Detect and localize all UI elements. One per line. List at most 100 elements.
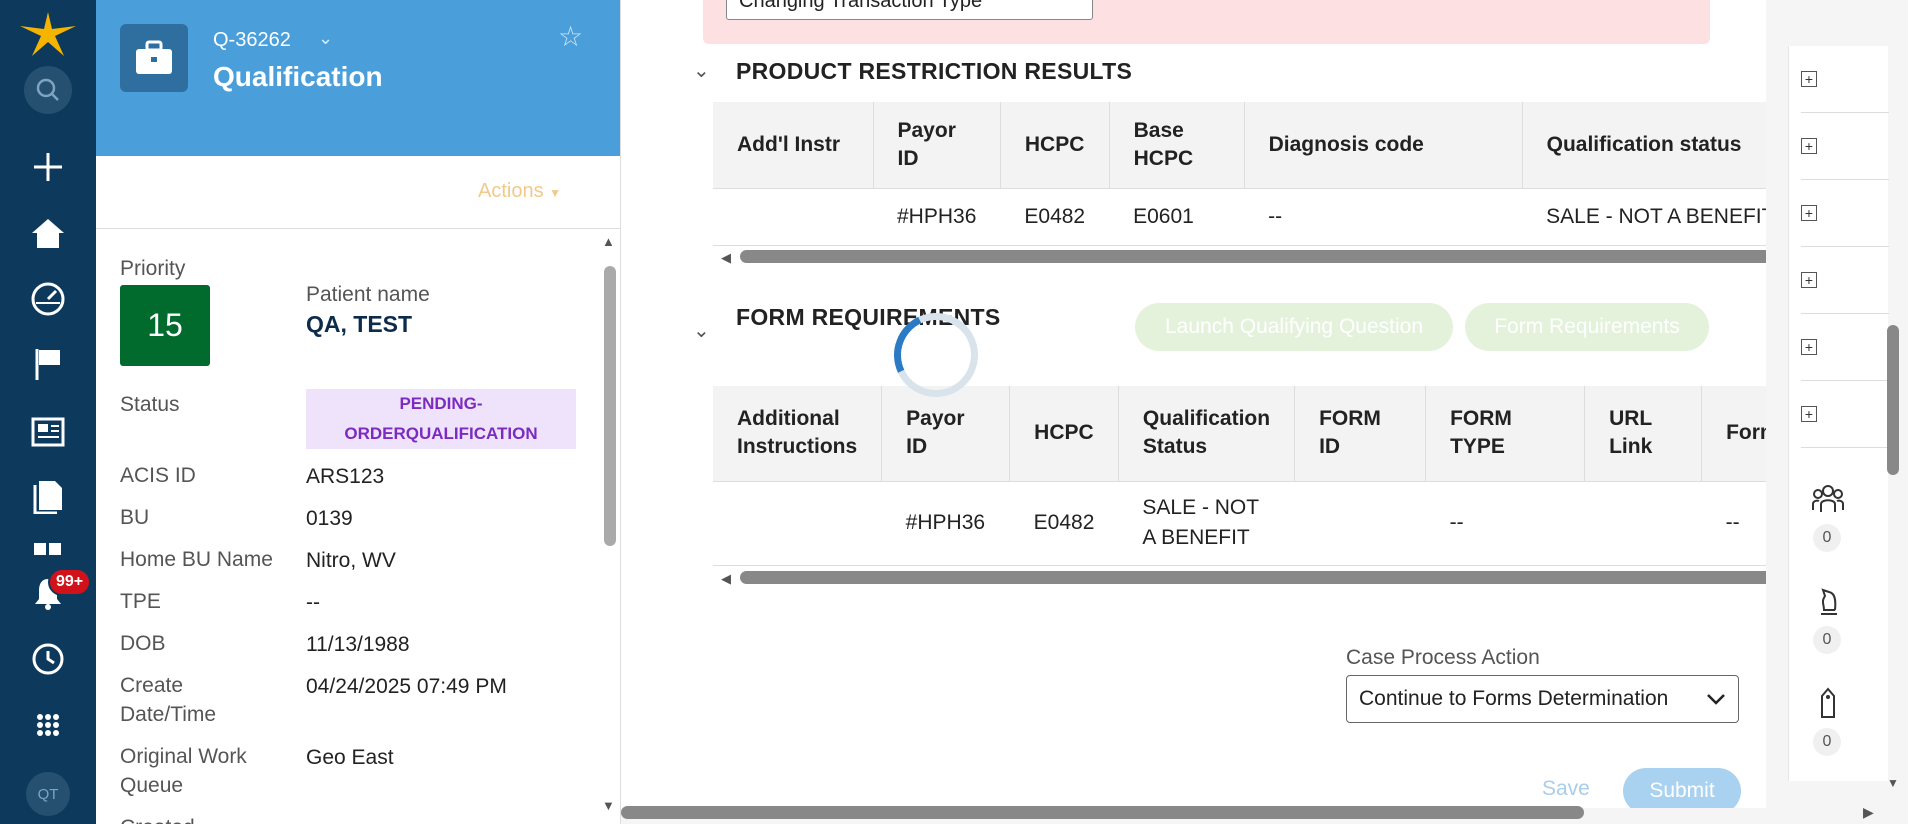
count-badge: 0 (1813, 524, 1841, 552)
scrollbar-thumb[interactable] (621, 806, 1584, 819)
submit-button[interactable]: Submit (1623, 768, 1741, 808)
expand-icon[interactable]: + (1801, 46, 1889, 113)
priority-label: Priority (120, 257, 186, 280)
column-header: Add'l Instr (713, 102, 874, 189)
page-horizontal-scrollbar[interactable]: ▶ (621, 804, 1901, 822)
table-cell: SALE - NOT A BENEFIT (1522, 188, 1766, 246)
expand-icon[interactable]: + (1801, 247, 1889, 314)
priority-value: 15 (120, 285, 210, 366)
case-title: Qualification (213, 61, 383, 92)
column-header: Qualification status (1522, 102, 1766, 189)
scroll-left-icon[interactable]: ◀ (721, 571, 731, 587)
team-icon[interactable] (1811, 482, 1845, 516)
favorite-star-icon[interactable]: ☆ (558, 20, 583, 53)
main-vertical-scrollbar[interactable]: ▼ (1887, 0, 1901, 808)
column-header: Form Pu (1701, 386, 1766, 482)
chevron-down-icon[interactable]: ⌄ (318, 28, 333, 49)
expand-icon[interactable]: + (1801, 180, 1889, 247)
forms-table-hscroll[interactable]: ◀ (713, 571, 1766, 587)
main-content: Changing Transaction Type ⌄ PRODUCT REST… (621, 0, 1766, 808)
column-header: Qualification Status (1118, 386, 1296, 482)
collapse-chevron-icon[interactable]: ⌄ (693, 58, 710, 83)
table-row[interactable]: #HPH36 E0482 E0601 -- SALE - NOT A BENEF… (713, 188, 1766, 246)
apps-grid-icon[interactable] (0, 697, 96, 753)
count-badge: 0 (1813, 626, 1841, 654)
case-id: Q-36262 (213, 29, 291, 51)
chess-knight-icon[interactable] (1811, 584, 1845, 618)
table-cell: #HPH36 (881, 481, 1010, 566)
table-cell (1294, 481, 1426, 566)
table-row[interactable]: #HPH36 E0482 SALE - NOT A BENEFIT -- -- (713, 481, 1766, 566)
field-value: Nitro, WV (306, 549, 396, 572)
table-header-row: Add'l Instr Payor ID HCPC Base HCPC Diag… (713, 102, 1766, 189)
tag-icon[interactable] (1811, 686, 1845, 720)
collapse-chevron-icon[interactable]: ⌄ (693, 318, 710, 343)
work-queue-value: Geo East (306, 746, 394, 769)
create-datetime-value: 04/24/2025 07:49 PM (306, 675, 507, 698)
field-label: ACIS ID (120, 464, 196, 487)
news-icon[interactable] (0, 404, 96, 460)
plus-icon[interactable] (0, 139, 96, 195)
table-cell (713, 188, 873, 246)
column-header: FORM ID (1294, 386, 1427, 482)
case-process-action-value: Continue to Forms Determination (1359, 687, 1669, 710)
flag-icon[interactable] (0, 336, 96, 392)
field-label: BU (120, 506, 150, 529)
table-cell: #HPH36 (873, 188, 1001, 246)
widgets-icon[interactable] (0, 533, 96, 561)
search-icon[interactable] (0, 62, 96, 118)
count-badge: 0 (1813, 728, 1841, 756)
launch-qualifying-question-button[interactable]: Launch Qualifying Question (1135, 303, 1453, 351)
actions-label: Actions (478, 180, 544, 202)
status-line-1: PENDING- (399, 394, 483, 413)
column-header: Diagnosis code (1244, 102, 1523, 189)
expand-icon[interactable]: + (1801, 113, 1889, 180)
dashboard-gauge-icon[interactable] (0, 271, 96, 327)
expand-icon[interactable]: + (1801, 381, 1889, 448)
save-button[interactable]: Save (1542, 777, 1590, 801)
created-label: Created (120, 813, 195, 824)
column-header: Additional Instructions (713, 386, 883, 482)
scroll-left-icon[interactable]: ◀ (721, 250, 731, 266)
status-badge: PENDING- ORDERQUALIFICATION (306, 389, 576, 449)
column-header: HCPC (1009, 386, 1119, 482)
field-value: ARS123 (306, 465, 385, 488)
actions-menu[interactable]: Actions ▼ (478, 180, 561, 203)
column-header: Payor ID (881, 386, 1011, 482)
column-header: Payor ID (873, 102, 1001, 189)
status-line-2: ORDERQUALIFICATION (344, 424, 538, 443)
scrollbar-thumb[interactable] (740, 250, 1766, 263)
form-requirements-table: Additional Instructions Payor ID HCPC Qu… (713, 386, 1766, 566)
case-process-action-select[interactable]: Continue to Forms Determination (1346, 675, 1739, 723)
scroll-right-icon[interactable]: ▶ (1863, 804, 1874, 821)
field-label: Home BU Name (120, 548, 273, 571)
column-header: URL Link (1584, 386, 1703, 482)
table-cell (713, 481, 882, 566)
case-process-action-label: Case Process Action (1346, 646, 1540, 669)
label-line: Original Work (120, 745, 247, 768)
home-icon[interactable] (0, 205, 96, 261)
column-header: Base HCPC (1109, 102, 1245, 189)
table-cell: E0601 (1109, 188, 1245, 246)
case-panel-scrollbar[interactable]: ▲ ▼ (602, 234, 616, 813)
scroll-down-icon[interactable]: ▼ (602, 798, 615, 813)
transaction-type-field[interactable]: Changing Transaction Type (726, 0, 1093, 20)
scrollbar-thumb[interactable] (604, 266, 616, 546)
table-cell: -- (1425, 481, 1585, 566)
scrollbar-thumb[interactable] (740, 571, 1766, 584)
right-utility-rail: + + + + + + 0 0 0 (1788, 46, 1889, 781)
form-requirements-button[interactable]: Form Requirements (1465, 303, 1709, 351)
scroll-down-icon[interactable]: ▼ (1887, 776, 1899, 790)
star-logo-icon[interactable] (0, 6, 96, 62)
notification-badge: 99+ (48, 568, 92, 596)
expand-icon[interactable]: + (1801, 314, 1889, 381)
scrollbar-thumb[interactable] (1887, 325, 1899, 475)
documents-icon[interactable] (0, 469, 96, 525)
field-value: -- (306, 591, 320, 614)
left-nav: 99+ QT (0, 0, 96, 824)
scroll-up-icon[interactable]: ▲ (602, 234, 615, 249)
history-icon[interactable] (0, 631, 96, 687)
avatar[interactable]: QT (26, 772, 70, 816)
product-table-hscroll[interactable]: ◀ (713, 250, 1766, 266)
label-line: Create (120, 674, 184, 697)
